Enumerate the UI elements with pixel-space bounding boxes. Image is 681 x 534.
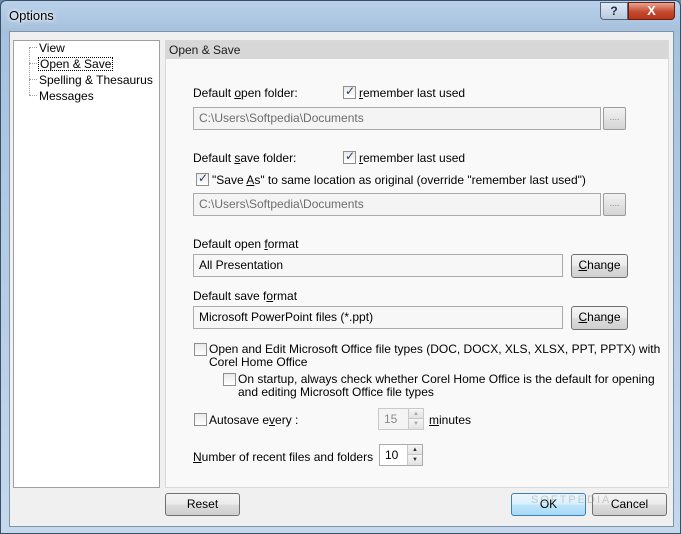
open-folder-browse-button[interactable]: .... [603, 107, 626, 130]
save-remember-checkbox[interactable] [343, 149, 356, 164]
open-folder-label: Default open folder: [193, 86, 298, 100]
autosave-interval-value: 15 [384, 412, 398, 426]
save-remember-label[interactable]: remember last used [359, 151, 465, 165]
save-format-change-button[interactable]: Change [571, 306, 628, 330]
startup-check-checkbox[interactable] [223, 373, 236, 386]
tree-connector [29, 79, 37, 80]
open-remember-label[interactable]: remember last used [359, 86, 465, 100]
close-button[interactable]: X [628, 2, 675, 20]
tree-connector [29, 63, 37, 64]
tree-item-spelling-thesaurus[interactable]: Spelling & Thesaurus [38, 73, 154, 87]
office-file-types-label-line1[interactable]: Open and Edit Microsoft Office file type… [209, 342, 660, 356]
autosave-checkbox[interactable] [194, 413, 207, 426]
save-as-same-location-label[interactable]: "Save As" to same location as original (… [212, 173, 586, 187]
office-file-types-label-line2[interactable]: Corel Home Office [209, 355, 307, 369]
reset-button[interactable]: Reset [165, 493, 240, 516]
stepper-down-icon[interactable]: ▼ [408, 455, 422, 465]
save-folder-browse-button[interactable]: .... [603, 193, 626, 216]
open-remember-checkbox[interactable] [343, 84, 356, 99]
startup-check-label-line1[interactable]: On startup, always check whether Corel H… [238, 372, 655, 386]
open-format-label: Default open format [193, 237, 299, 251]
settings-panel: Open & Save Default open folder: remembe… [165, 40, 669, 488]
autosave-interval-stepper[interactable]: 15 ▲ ▼ [378, 408, 424, 430]
tree-item-view[interactable]: View [38, 41, 66, 55]
startup-check-label-line2[interactable]: and editing Microsoft Office file types [238, 385, 434, 399]
office-file-types-checkbox[interactable] [194, 343, 207, 356]
stepper-down-icon[interactable]: ▼ [409, 419, 423, 429]
watermark-logo: SOFTPEDIA [531, 494, 612, 506]
panel-header: Open & Save [166, 41, 668, 59]
title-bar[interactable]: Options ? X [1, 1, 680, 31]
tree-item-open-save[interactable]: Open & Save [38, 57, 114, 71]
help-button[interactable]: ? [600, 2, 628, 20]
recent-files-label: Number of recent files and folders [193, 450, 374, 464]
recent-files-stepper[interactable]: 10 ▲ ▼ [379, 444, 423, 466]
save-as-same-location-checkbox[interactable] [196, 171, 209, 186]
stepper-up-icon[interactable]: ▲ [409, 409, 423, 419]
tree-connector [29, 47, 37, 48]
dialog-client-area: View Open & Save Spelling & Thesaurus Me… [9, 31, 674, 527]
autosave-label[interactable]: Autosave every : [209, 413, 298, 427]
options-window: Options ? X View Open & Save Spelling & … [0, 0, 681, 534]
open-format-change-button[interactable]: Change [571, 254, 628, 278]
autosave-unit-label: minutes [429, 413, 472, 427]
open-folder-path-field[interactable]: C:\Users\Softpedia\Documents [193, 107, 601, 130]
open-format-field[interactable]: All Presentation [193, 254, 563, 277]
tree-item-messages[interactable]: Messages [38, 89, 95, 103]
autosave-stepper-buttons: ▲ ▼ [408, 409, 423, 429]
category-tree: View Open & Save Spelling & Thesaurus Me… [13, 40, 160, 488]
stepper-up-icon[interactable]: ▲ [408, 445, 422, 455]
tree-connector [29, 47, 30, 95]
recent-files-value: 10 [385, 448, 399, 462]
recent-stepper-buttons: ▲ ▼ [407, 445, 422, 465]
save-folder-path-field[interactable]: C:\Users\Softpedia\Documents [193, 193, 601, 216]
save-folder-label: Default save folder: [193, 151, 297, 165]
save-format-field[interactable]: Microsoft PowerPoint files (*.ppt) [193, 306, 563, 329]
tree-connector [29, 95, 37, 96]
window-title: Options [9, 8, 54, 23]
save-format-label: Default save format [193, 289, 298, 303]
